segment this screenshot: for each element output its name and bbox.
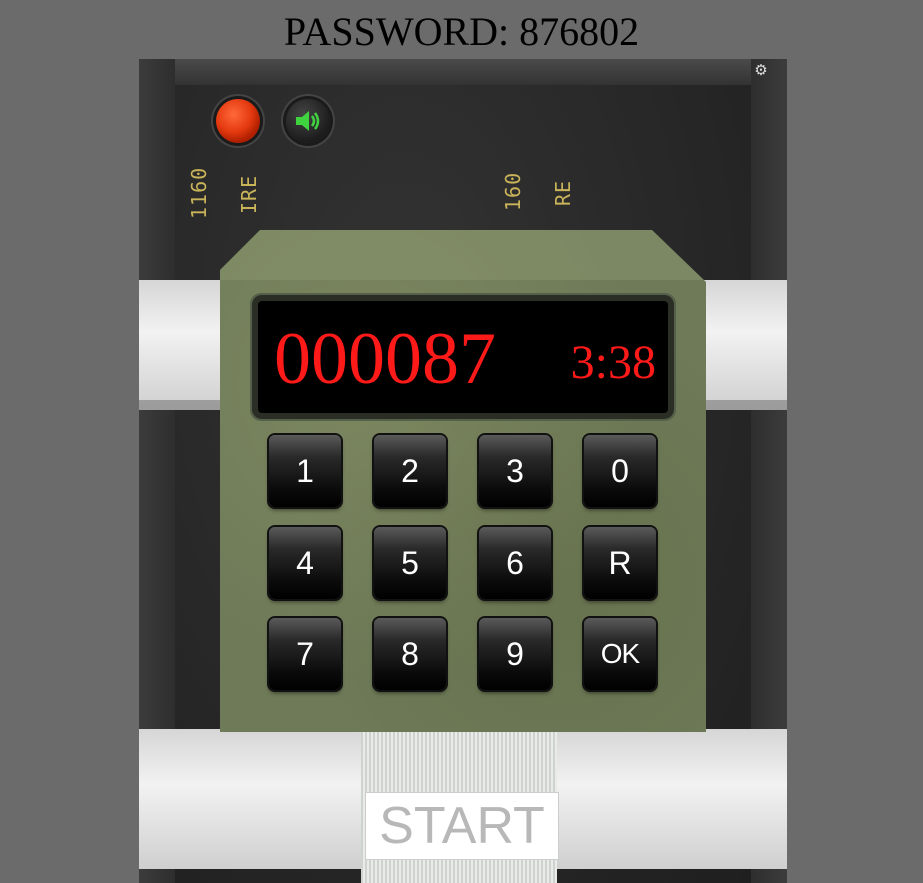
record-button[interactable] bbox=[216, 99, 260, 143]
sound-button[interactable] bbox=[286, 99, 330, 143]
gear-icon[interactable]: ⚙ bbox=[753, 63, 769, 79]
key-6[interactable]: 6 bbox=[479, 527, 551, 599]
device-frame-top bbox=[139, 59, 787, 85]
bomb-device: ⚙ 1160 IRE 160 RE 000087 3:38 1 2 3 0 4 … bbox=[139, 59, 787, 883]
countdown-timer: 3:38 bbox=[570, 336, 656, 389]
wire-label: RE bbox=[551, 179, 575, 206]
key-reset[interactable]: R bbox=[584, 527, 656, 599]
wire-label: 1160 bbox=[187, 166, 211, 219]
key-8[interactable]: 8 bbox=[374, 618, 446, 690]
start-button[interactable]: START bbox=[365, 792, 559, 860]
key-0[interactable]: 0 bbox=[584, 435, 656, 507]
wire-label: 160 bbox=[501, 171, 525, 211]
key-2[interactable]: 2 bbox=[374, 435, 446, 507]
key-5[interactable]: 5 bbox=[374, 527, 446, 599]
key-ok[interactable]: OK bbox=[584, 618, 656, 690]
key-4[interactable]: 4 bbox=[269, 527, 341, 599]
key-3[interactable]: 3 bbox=[479, 435, 551, 507]
display-code: 000087 bbox=[274, 318, 496, 400]
password-title: PASSWORD: 876802 bbox=[283, 9, 640, 54]
speaker-icon bbox=[296, 111, 320, 131]
key-1[interactable]: 1 bbox=[269, 435, 341, 507]
key-9[interactable]: 9 bbox=[479, 618, 551, 690]
wire-label: IRE bbox=[237, 174, 261, 214]
key-7[interactable]: 7 bbox=[269, 618, 341, 690]
display-screen: 000087 3:38 bbox=[258, 301, 668, 413]
